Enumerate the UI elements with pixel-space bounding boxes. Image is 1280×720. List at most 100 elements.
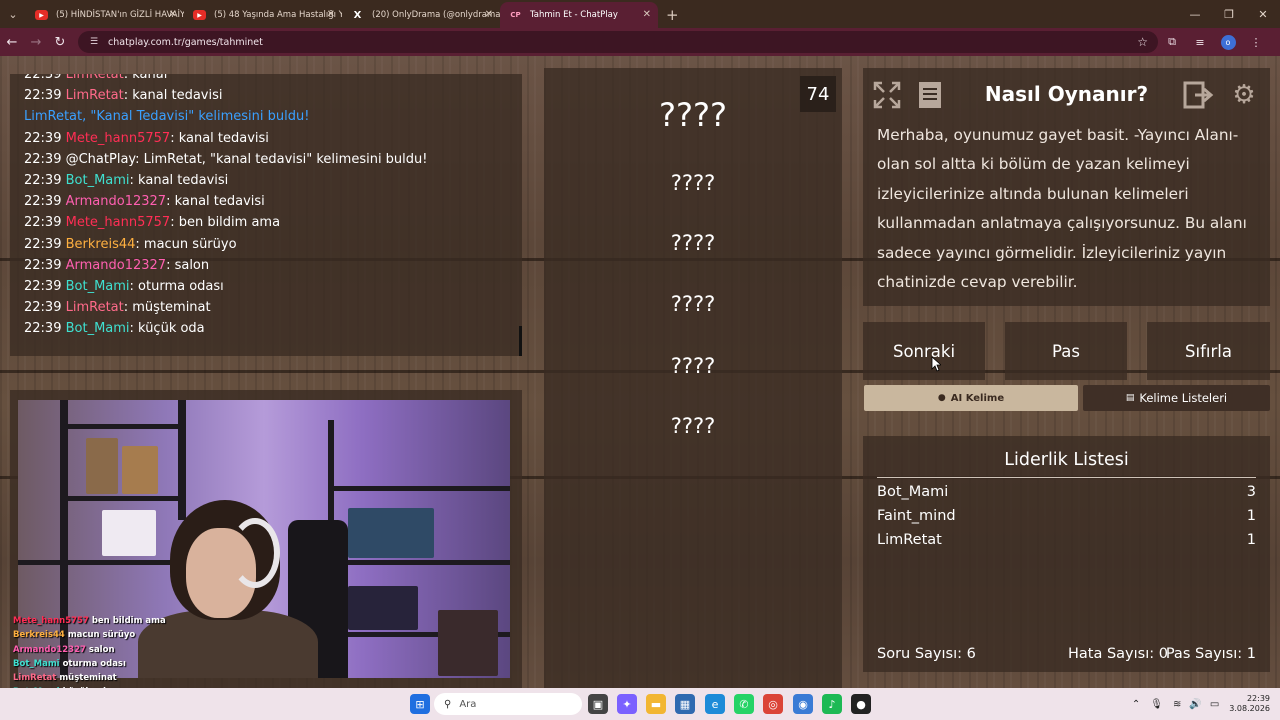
chat-text: : küçük oda — [129, 321, 205, 337]
profile-avatar[interactable]: o — [1214, 28, 1242, 56]
chat-text: LimRetat, "Kanal Tedavisi" kelimesini bu… — [24, 109, 310, 125]
close-icon[interactable]: ✕ — [327, 9, 335, 20]
settings-gear-icon[interactable]: ⚙ — [1227, 78, 1261, 112]
chat-timestamp: 22:39 — [24, 130, 62, 146]
chat-username[interactable]: Bot_Mami — [66, 173, 130, 188]
browser-tab[interactable]: X (20) OnlyDrama (@onlydrama) ✕ — [342, 2, 500, 28]
chat-message: 22:39 Mete_hann5757: ben bildim ama — [24, 212, 508, 233]
chat-timestamp: 22:39 — [24, 194, 62, 210]
chat-message: 22:39 @ChatPlay: LimRetat, "kanal tedavi… — [24, 149, 508, 170]
pass-button[interactable]: Pas — [1005, 322, 1127, 380]
chat-username[interactable]: Mete_hann5757 — [66, 131, 171, 146]
chat-username[interactable]: LimRetat — [66, 88, 124, 103]
file-explorer-icon[interactable]: ▬ — [646, 694, 666, 714]
chat-message: 22:39 Armando12327: salon — [24, 255, 508, 276]
overlay-chat-message: Berkreis44 macun sürüyo — [10, 628, 210, 642]
volume-icon[interactable]: 🔊 — [1189, 699, 1201, 710]
wifi-icon[interactable]: ≋ — [1173, 699, 1181, 710]
ai-word-button[interactable]: ● AI Kelime — [864, 385, 1078, 411]
chat-panel[interactable]: 22:39 LimRetat: kanal 22:39 LimRetat: kan… — [10, 74, 522, 356]
chat-username[interactable]: Berkreis44 — [66, 237, 136, 252]
media-control-icon[interactable]: ≡ — [1186, 28, 1214, 56]
battery-icon[interactable]: ▭ — [1210, 699, 1219, 710]
spotify-icon[interactable]: ♪ — [822, 694, 842, 714]
task-view-icon[interactable]: ▣ — [588, 694, 608, 714]
tab-search-icon[interactable]: ⌄ — [0, 0, 26, 28]
search-icon: ⚲ — [444, 698, 452, 710]
taskbar-search[interactable]: ⚲ Ara — [434, 693, 582, 715]
profile-initial: o — [1220, 34, 1236, 50]
next-button[interactable]: Sonraki — [863, 322, 985, 380]
close-icon[interactable]: ✕ — [643, 9, 651, 20]
robot-icon: ● — [937, 393, 946, 403]
leaderboard-divider — [877, 477, 1256, 478]
minimize-button[interactable]: — — [1178, 0, 1212, 28]
microphone-icon[interactable]: 🎙 — [1150, 699, 1163, 710]
browser-tab[interactable]: ▶ (5) 48 Yaşında Ama Hastalığı Yü ✕ — [184, 2, 342, 28]
windows-taskbar: ⊞ ⚲ Ara ▣ ✦ ▬ ▦ e ✆ ◎ ◉ ♪ ● ⌃ 🎙 ≋ 🔊 ▭ 22… — [0, 688, 1280, 720]
board-game-box — [86, 438, 118, 494]
overlay-chat-message: LimRetat müşteminat — [10, 671, 210, 685]
close-icon[interactable]: ✕ — [169, 9, 177, 20]
clock-date: 3.08.2026 — [1229, 704, 1270, 713]
tab-title: (5) 48 Yaşında Ama Hastalığı Yü — [214, 10, 342, 20]
chat-scrollbar[interactable] — [519, 326, 522, 356]
chat-timestamp: 22:39 — [24, 236, 62, 252]
overlay-chat-username: Berkreis44 — [13, 630, 65, 641]
reset-button[interactable]: Sıfırla — [1147, 322, 1270, 380]
chevron-up-icon[interactable]: ⌃ — [1132, 699, 1140, 710]
github-icon[interactable]: ● — [851, 694, 871, 714]
reload-button[interactable]: ↻ — [48, 28, 72, 56]
chat-username[interactable]: Bot_Mami — [66, 321, 130, 336]
target-word-hidden: ???? — [659, 96, 727, 134]
browser-menu-icon[interactable]: ⋮ — [1242, 28, 1270, 56]
close-window-button[interactable]: ✕ — [1246, 0, 1280, 28]
chat-username[interactable]: Bot_Mami — [66, 279, 130, 294]
address-bar: ← → ↻ ☰ chatplay.com.tr/games/tahminet ☆… — [0, 28, 1280, 56]
forward-button[interactable]: → — [24, 28, 48, 56]
headset — [230, 518, 280, 588]
copilot-icon[interactable]: ✦ — [617, 694, 637, 714]
window-controls: — ❐ ✕ — [1178, 0, 1280, 28]
browser-tab[interactable]: ▶ (5) HİNDİSTAN'ın GİZLİ HAVAİY ✕ — [26, 2, 184, 28]
overlay-chat-message: Mete_hann5757 ben bildim ama — [10, 614, 210, 628]
extensions-icon[interactable]: ⧉ — [1158, 28, 1186, 56]
back-button[interactable]: ← — [0, 28, 24, 56]
edge-icon[interactable]: e — [705, 694, 725, 714]
browser-tab-active[interactable]: CP Tahmin Et - ChatPlay ✕ — [500, 2, 658, 28]
chat-timestamp: 22:39 — [24, 278, 62, 294]
forbidden-word-hidden: ???? — [670, 414, 716, 438]
player-name: LimRetat — [877, 532, 942, 548]
chat-username[interactable]: Armando12327 — [66, 194, 166, 209]
word-lists-button[interactable]: ▤ Kelime Listeleri — [1083, 385, 1270, 411]
chat-username[interactable]: LimRetat — [66, 300, 124, 315]
clock[interactable]: 22:39 3.08.2026 — [1229, 694, 1270, 714]
site-info-icon[interactable]: ☰ — [88, 36, 100, 48]
whatsapp-icon[interactable]: ✆ — [734, 694, 754, 714]
overlay-chat-text: müşteminat — [59, 673, 117, 684]
start-icon[interactable]: ⊞ — [410, 694, 430, 714]
chat-text: : kanal tedavisi — [123, 88, 223, 104]
chat-username[interactable]: LimRetat — [66, 74, 124, 82]
chrome-profile-icon[interactable]: ◉ — [793, 694, 813, 714]
close-icon[interactable]: ✕ — [485, 9, 493, 20]
word-lists-label: Kelime Listeleri — [1139, 391, 1228, 405]
game-page: 22:39 LimRetat: kanal 22:39 LimRetat: kan… — [0, 56, 1280, 688]
new-tab-button[interactable]: + — [658, 2, 687, 28]
exit-icon[interactable] — [1182, 78, 1216, 112]
url-field[interactable]: ☰ chatplay.com.tr/games/tahminet ☆ — [78, 31, 1158, 53]
shelf-board — [328, 560, 510, 565]
chat-timestamp: 22:39 — [24, 257, 62, 273]
how-to-play-text: Merhaba, oyunumuz gayet basit. -Yayıncı … — [877, 126, 1247, 292]
chat-text: : ben bildim ama — [170, 215, 281, 231]
player-name: Faint_mind — [877, 508, 956, 524]
restore-button[interactable]: ❐ — [1212, 0, 1246, 28]
overlay-chat-text: salon — [88, 644, 115, 655]
shelf-board — [64, 496, 184, 501]
bookmark-star-icon[interactable]: ☆ — [1137, 35, 1148, 49]
chat-username[interactable]: Mete_hann5757 — [66, 215, 171, 230]
store-icon[interactable]: ▦ — [675, 694, 695, 714]
chat-message: 22:39 Bot_Mami: küçük oda — [24, 318, 508, 339]
chat-username[interactable]: Armando12327 — [66, 258, 166, 273]
chrome-icon[interactable]: ◎ — [763, 694, 783, 714]
